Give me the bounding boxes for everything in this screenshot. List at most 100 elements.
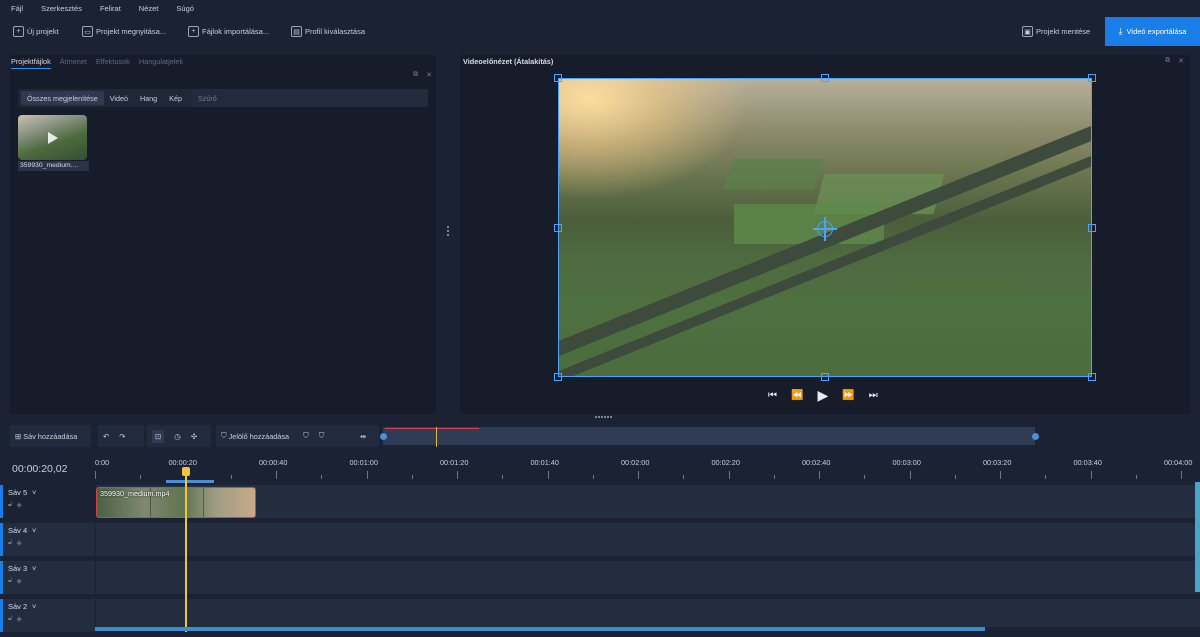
resize-handle-bl[interactable] [554, 373, 562, 381]
clock-icon[interactable]: ◷ [174, 432, 181, 441]
panel-tabs: Projektfájlok Átmenet Effektusok Hangula… [11, 57, 183, 69]
menu-help[interactable]: Súgó [176, 4, 194, 13]
video-frame[interactable] [558, 78, 1092, 377]
close-icon[interactable]: ✕ [1178, 57, 1184, 65]
file-thumbnail[interactable] [18, 115, 87, 160]
ruler-tick-minor [502, 475, 504, 479]
lock-icon[interactable]: 🔓︎ [8, 577, 13, 585]
track-lane[interactable] [96, 485, 1200, 518]
open-project-button[interactable]: ▭ Projekt megnyitása... [82, 24, 166, 39]
save-project-button[interactable]: ▣ Projekt mentése [1022, 24, 1090, 39]
ripple-icon[interactable]: ✣ [191, 432, 197, 441]
save-icon: ▣ [1022, 26, 1033, 37]
timeline-overview[interactable] [380, 425, 1190, 447]
menu-file[interactable]: Fájl [11, 4, 23, 13]
visibility-icon[interactable]: ◈ [17, 615, 22, 623]
tab-project-files[interactable]: Projektfájlok [11, 57, 51, 69]
tab-transitions[interactable]: Átmenet [60, 57, 87, 69]
visibility-icon[interactable]: ◈ [17, 539, 22, 547]
skip-end-icon[interactable]: ⏭ [869, 390, 878, 401]
marker-next-icon[interactable]: ⛉ [319, 431, 325, 441]
menu-view[interactable]: Nézet [139, 4, 159, 13]
fast-forward-icon[interactable]: ⏩ [842, 390, 854, 401]
menu-subtitle[interactable]: Felirat [100, 4, 121, 13]
chevron-down-icon[interactable]: ˅ [32, 526, 36, 535]
project-files-panel: Projektfájlok Átmenet Effektusok Hangula… [10, 55, 436, 414]
current-timecode: 00:00:20,02 [12, 463, 68, 475]
chevron-down-icon[interactable]: ˅ [32, 602, 36, 611]
track-lane[interactable] [96, 523, 1200, 556]
ruler-tick [638, 471, 639, 479]
zoom-indicator[interactable] [166, 480, 214, 483]
new-project-button[interactable]: + Új projekt [13, 24, 59, 39]
vertical-scrollbar[interactable] [1195, 482, 1200, 592]
undo-icon[interactable]: ↶ [103, 432, 109, 441]
filter-bar: Összes megjelenítése Videó Hang Kép Szűr… [18, 89, 428, 107]
chevron-down-icon[interactable]: ˅ [32, 488, 36, 497]
ruler-tick [728, 471, 730, 479]
filter-image[interactable]: Kép [163, 91, 188, 105]
export-video-button[interactable]: ⤓ Videó exportálása [1105, 17, 1200, 46]
playhead-line[interactable] [185, 474, 187, 632]
track-header[interactable]: Sáv 4 ˅ 🔓︎ ◈ [0, 523, 95, 556]
track-header[interactable]: Sáv 2 ˅ 🔓︎ ◈ [0, 599, 95, 632]
chevron-down-icon[interactable]: ˅ [32, 564, 36, 573]
track-lane[interactable] [96, 561, 1200, 594]
marker-prev-icon[interactable]: ⛉ [303, 431, 309, 441]
resize-handle-t[interactable] [821, 74, 829, 82]
tab-emojis[interactable]: Hangulatjelek [139, 57, 183, 69]
resize-handle-tl[interactable] [554, 74, 562, 82]
horizontal-scrollbar[interactable] [95, 627, 985, 631]
close-icon[interactable]: ✕ [426, 71, 432, 79]
filter-audio[interactable]: Hang [134, 91, 163, 105]
resize-handle-tr[interactable] [1088, 74, 1096, 82]
ruler-label: 00:01:20 [440, 458, 469, 467]
lock-icon[interactable]: 🔓︎ [8, 615, 13, 623]
resize-handle-l[interactable] [554, 224, 562, 232]
overview-range[interactable] [383, 427, 1035, 445]
collapse-button[interactable]: ⇹ [355, 425, 379, 447]
road-shape [559, 124, 1091, 362]
resize-handle-b[interactable] [821, 373, 829, 381]
rewind-icon[interactable]: ⏪ [791, 390, 803, 401]
crosshair-icon[interactable] [813, 217, 837, 241]
collapse-icon: ⇹ [360, 431, 367, 441]
filter-input[interactable]: Szűrő [191, 89, 428, 107]
overview-end-handle[interactable] [1032, 433, 1039, 440]
lock-icon[interactable]: 🔓︎ [8, 539, 13, 547]
video-clip[interactable]: 359930_medium.mp4 [96, 487, 256, 518]
overview-start-handle[interactable] [380, 433, 387, 440]
new-project-label: Új projekt [27, 27, 59, 36]
add-track-label: Sáv hozzáadása [23, 431, 78, 441]
magnet-icon[interactable]: ⊡ [152, 429, 165, 443]
menu-edit[interactable]: Szerkesztés [41, 4, 82, 13]
filter-video[interactable]: Videó [104, 91, 134, 105]
undo-redo-group: ↶ ↷ [98, 425, 144, 447]
resize-handle-r[interactable] [1088, 224, 1096, 232]
add-marker-label[interactable]: Jelölő hozzáadása [229, 432, 289, 441]
skip-start-icon[interactable]: ⏮ [768, 390, 777, 401]
field-shape [723, 159, 825, 189]
time-ruler[interactable]: 0:00 00:00:20 00:00:40 00:01:00 00:01:20 00:0… [95, 454, 1200, 484]
vertical-splitter[interactable] [447, 226, 450, 236]
tab-effects[interactable]: Effektusok [96, 57, 130, 69]
track-header[interactable]: Sáv 3 ˅ 🔓︎ ◈ [0, 561, 95, 594]
ruler-tick [1000, 471, 1001, 479]
import-files-button[interactable]: + Fájlok importálása... [188, 24, 269, 39]
undock-icon[interactable]: ⧉ [1165, 57, 1170, 65]
undock-icon[interactable]: ⧉ [413, 71, 418, 79]
play-icon[interactable]: ▶ [817, 387, 828, 404]
filter-show-all[interactable]: Összes megjelenítése [21, 91, 104, 105]
visibility-icon[interactable]: ◈ [17, 577, 22, 585]
save-project-label: Projekt mentése [1036, 27, 1091, 36]
track-header[interactable]: Sáv 5 ˅ 🔓︎ ◈ [0, 485, 95, 518]
select-profile-button[interactable]: ▤ Profil kiválasztása [291, 24, 365, 39]
add-track-button[interactable]: ⊞ Sáv hozzáadása [10, 425, 91, 447]
horizontal-splitter[interactable] [595, 416, 612, 418]
file-name: 359930_medium.... [18, 161, 89, 171]
track-lane[interactable] [96, 599, 1200, 627]
redo-icon[interactable]: ↷ [119, 432, 125, 441]
lock-icon[interactable]: 🔓︎ [8, 501, 13, 509]
resize-handle-br[interactable] [1088, 373, 1096, 381]
visibility-icon[interactable]: ◈ [17, 501, 22, 509]
